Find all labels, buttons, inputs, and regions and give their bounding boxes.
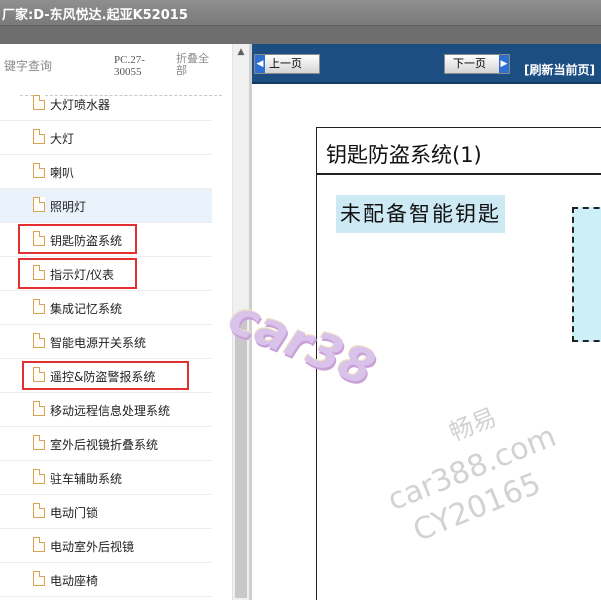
toolbar-strip <box>0 26 601 44</box>
tree-item[interactable]: 喇叭 <box>0 155 212 189</box>
document-page: 钥匙防盗系统(1) 未配备智能钥匙 <box>316 127 601 600</box>
document-title-row: 钥匙防盗系统(1) <box>317 128 601 175</box>
tree-item[interactable]: 驻车辅助系统 <box>0 461 212 495</box>
tree-item-label: 电动室外后视镜 <box>50 540 135 554</box>
document-icon <box>33 537 45 552</box>
document-icon <box>33 571 45 586</box>
document-icon <box>33 197 45 212</box>
document-icon <box>33 435 45 450</box>
annotation-box <box>18 258 137 289</box>
refresh-page-link[interactable]: [刷新当前页] <box>524 61 595 78</box>
next-page-label: 下一页 <box>453 57 486 70</box>
document-icon <box>33 163 45 178</box>
document-nav-bar: ◀ 上一页 下一页 ▶ [刷新当前页] <box>252 44 601 84</box>
tree-item[interactable]: 大灯喷水器 <box>0 87 212 121</box>
scroll-up-arrow-icon[interactable]: ▲ <box>233 44 249 60</box>
tree-item[interactable]: 电动座椅 <box>0 563 212 597</box>
tree-list: 大灯喷水器 大灯 喇叭 照明灯 钥匙防盗系统 指示灯/仪表 集成记忆系统 智能电源开关系统 遥控… <box>0 87 212 597</box>
tree-item[interactable]: 智能电源开关系统 <box>0 325 212 359</box>
tree-item-label: 大灯 <box>50 132 75 146</box>
tree-item-label: 喇叭 <box>50 166 75 180</box>
tree-item[interactable]: 集成记忆系统 <box>0 291 212 325</box>
document-icon <box>33 503 45 518</box>
next-page-button[interactable]: 下一页 ▶ <box>444 54 510 74</box>
callout-label: 未配备智能钥匙 <box>336 195 505 233</box>
collapse-all-link[interactable]: 折叠全部 <box>176 53 216 77</box>
document-icon <box>33 401 45 416</box>
tree-item-label: 电动座椅 <box>50 574 99 588</box>
prev-page-button[interactable]: ◀ 上一页 <box>254 54 320 74</box>
tree-item[interactable]: 大灯 <box>0 121 212 155</box>
tree-item[interactable]: 室外后视镜折叠系统 <box>0 427 212 461</box>
tree-item[interactable]: 移动远程信息处理系统 <box>0 393 212 427</box>
tree-item-label: 照明灯 <box>50 200 87 214</box>
tree-item[interactable]: 电动门锁 <box>0 495 212 529</box>
diagram-dashed-box <box>572 207 601 342</box>
prev-page-label: 上一页 <box>269 57 302 70</box>
scroll-thumb[interactable] <box>235 316 247 598</box>
window-title-bar: 厂家:D-东风悦达.起亚K52015 <box>0 0 601 26</box>
tree-item-label: 智能电源开关系统 <box>50 336 147 350</box>
tree-item-label: 大灯喷水器 <box>50 98 111 112</box>
annotation-box <box>18 224 137 254</box>
sidebar: 键字查询 PC.27-30055 折叠全部 大灯喷水器 大灯 喇叭 照明灯 钥匙防盗系统… <box>0 44 232 600</box>
tree-item[interactable]: 电动室外后视镜 <box>0 529 212 563</box>
tree-item-label: 集成记忆系统 <box>50 302 123 316</box>
tree-item-label: 移动远程信息处理系统 <box>50 404 171 418</box>
arrow-right-icon: ▶ <box>499 55 509 73</box>
document-icon <box>33 469 45 484</box>
arrow-left-icon: ◀ <box>255 55 265 73</box>
tree-item-label: 室外后视镜折叠系统 <box>50 438 159 452</box>
document-icon <box>33 299 45 314</box>
document-pane: ◀ 上一页 下一页 ▶ [刷新当前页] 钥匙防盗系统(1) 未配备智能钥匙 <box>252 44 601 600</box>
tree-item-label: 电动门锁 <box>50 506 99 520</box>
tree-item[interactable]: 照明灯 <box>0 189 212 223</box>
document-icon <box>33 333 45 348</box>
search-label[interactable]: 键字查询 <box>4 57 52 74</box>
sidebar-scrollbar[interactable]: ▲ <box>232 44 249 600</box>
window-title: 厂家:D-东风悦达.起亚K52015 <box>2 8 188 23</box>
catalog-code: PC.27-30055 <box>114 54 145 78</box>
tree-item-label: 驻车辅助系统 <box>50 472 123 486</box>
document-title: 钥匙防盗系统(1) <box>326 143 482 167</box>
document-icon <box>33 95 45 110</box>
annotation-box <box>22 361 189 390</box>
document-icon <box>33 129 45 144</box>
